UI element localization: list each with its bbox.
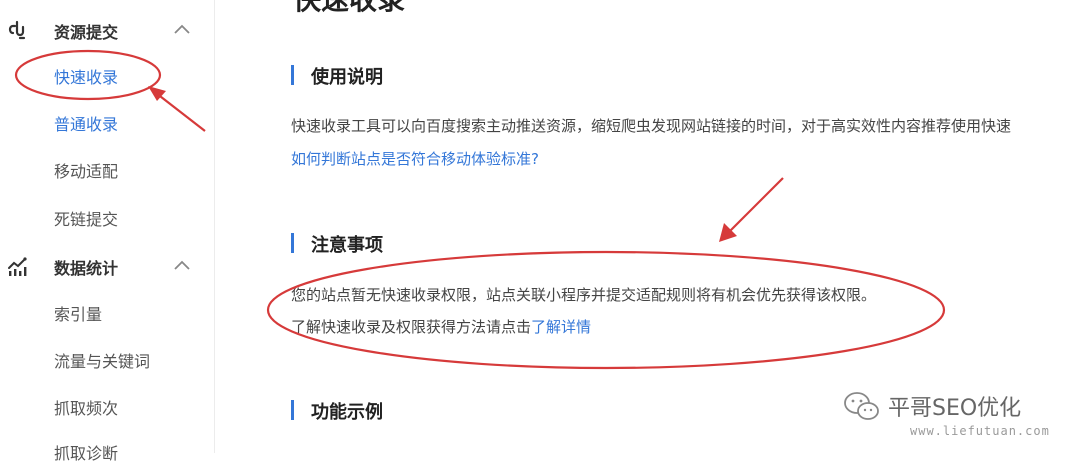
sidebar-group-data-stats[interactable]: 数据统计 — [0, 246, 214, 286]
sidebar-item-crawl-diagnosis[interactable]: 抓取诊断 — [54, 440, 118, 464]
permission-help: 了解快速收录及权限获得方法请点击了解详情 — [291, 316, 591, 337]
watermark-title: 平哥SEO优化 — [888, 396, 1022, 421]
stats-chart-icon — [8, 257, 27, 276]
learn-more-link[interactable]: 了解详情 — [531, 318, 591, 336]
section-title-examples: 功能示例 — [291, 398, 383, 424]
chevron-up-icon[interactable] — [172, 258, 192, 272]
main-content: 快速收录 使用说明 快速收录工具可以向百度搜索主动推送资源，缩短爬虫发现网站链接… — [215, 0, 1080, 453]
chevron-up-icon[interactable] — [172, 22, 192, 36]
sidebar-item-mobile-adapt[interactable]: 移动适配 — [54, 158, 118, 182]
permission-help-text: 了解快速收录及权限获得方法请点击 — [291, 318, 532, 336]
sidebar-item-crawl-frequency[interactable]: 抓取频次 — [54, 395, 118, 419]
sidebar: 资源提交 快速收录 普通收录 移动适配 死链提交 数据统计 索引量 流量与关键词… — [0, 0, 215, 463]
section-title-usage: 使用说明 — [291, 63, 383, 89]
watermark: 平哥SEO优化 www.liefutuan.com — [842, 388, 1072, 448]
sidebar-group-resource-submit[interactable]: 资源提交 — [0, 10, 214, 50]
wechat-icon — [844, 392, 879, 420]
sidebar-item-traffic-keywords[interactable]: 流量与关键词 — [54, 348, 150, 372]
usage-description: 快速收录工具可以向百度搜索主动推送资源，缩短爬虫发现网站链接的时间，对于高实效性… — [291, 117, 1012, 135]
watermark-url: www.liefutuan.com — [910, 424, 1050, 438]
sidebar-item-normal-index[interactable]: 普通收录 — [54, 111, 118, 135]
sidebar-item-fast-index[interactable]: 快速收录 — [54, 64, 118, 88]
permission-notice: 您的站点暂无快速收录权限，站点关联小程序并提交适配规则将有机会优先获得该权限。 — [291, 286, 877, 304]
page-title: 快速收录 — [293, 0, 405, 18]
link-icon — [8, 20, 26, 40]
sidebar-group-label: 资源提交 — [54, 23, 119, 42]
section-title-notes: 注意事项 — [291, 231, 383, 257]
mobile-standard-link[interactable]: 如何判断站点是否符合移动体验标准? — [291, 148, 539, 169]
sidebar-item-index-volume[interactable]: 索引量 — [54, 301, 102, 325]
sidebar-item-dead-link[interactable]: 死链提交 — [54, 206, 118, 230]
sidebar-group-label: 数据统计 — [54, 259, 119, 278]
